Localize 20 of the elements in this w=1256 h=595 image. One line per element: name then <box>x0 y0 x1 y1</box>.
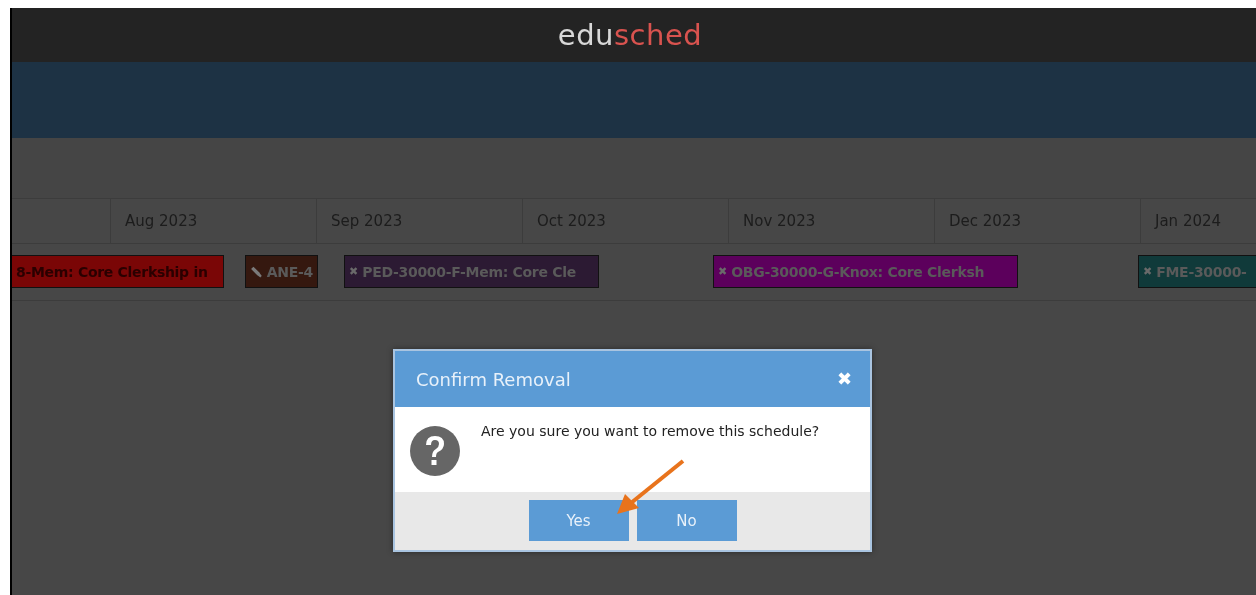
dialog-title: Confirm Removal <box>416 368 571 390</box>
question-icon <box>409 425 461 477</box>
schedule-bar[interactable]: ✖ PED-30000-F-Mem: Core Cle <box>344 255 599 288</box>
schedule-label: PED-30000-F-Mem: Core Cle <box>362 263 576 280</box>
dialog-button[interactable]: No <box>636 500 737 541</box>
schedule-bar[interactable]: 8-Mem: Core Clerkship in <box>12 255 224 288</box>
schedule-label: FME-30000- <box>1156 263 1247 280</box>
schedule-bar[interactable]: ANE-4 <box>245 255 318 288</box>
remove-icon[interactable]: ✖ <box>349 265 359 278</box>
schedule-bar[interactable]: ✖ FME-30000- <box>1138 255 1256 288</box>
remove-icon[interactable]: ✖ <box>1143 265 1153 278</box>
schedule-bar[interactable]: ✖ OBG-30000-G-Knox: Core Clerksh <box>713 255 1018 288</box>
schedule-label: OBG-30000-G-Knox: Core Clerksh <box>731 263 985 280</box>
logo: edusched <box>557 18 703 52</box>
schedule-label: ANE-4 <box>266 263 313 280</box>
remove-icon[interactable]: ✖ <box>718 265 728 278</box>
dialog-message: Are you sure you want to remove this schedule? <box>481 423 820 439</box>
dialog-button[interactable]: Yes <box>528 500 629 541</box>
schedule-label: 8-Mem: Core Clerkship in <box>16 263 208 280</box>
close-button[interactable]: ✖ <box>837 368 852 390</box>
